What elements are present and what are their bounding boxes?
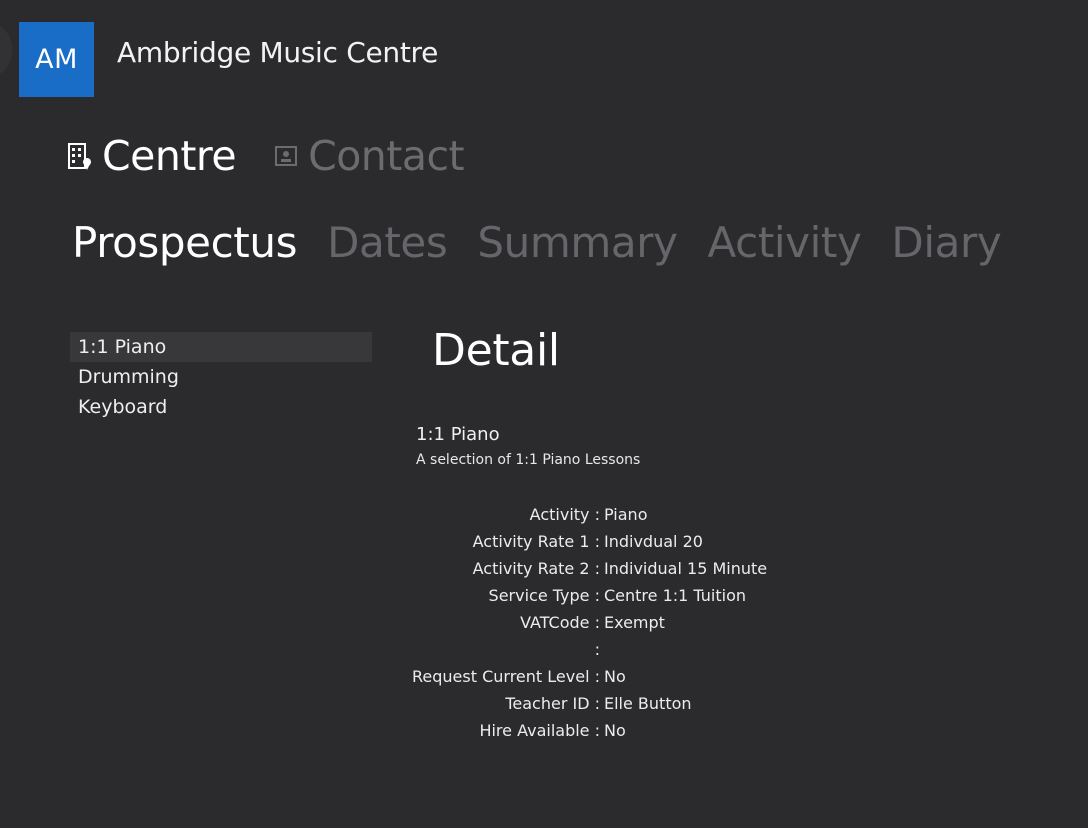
prop-value-activity: Piano (604, 505, 648, 524)
back-tab[interactable] (0, 22, 12, 78)
prop-label-teacher-id: Teacher ID : (505, 694, 600, 713)
prop-value-request-current-level: No (604, 667, 626, 686)
prop-label-service-type: Service Type : (488, 586, 600, 605)
prop-label-activity-rate-2: Activity Rate 2 : (472, 559, 600, 578)
tab-activity[interactable]: Activity (708, 218, 862, 267)
prop-label-activity-rate-1: Activity Rate 1 : (472, 532, 600, 551)
tab-dates[interactable]: Dates (327, 218, 448, 267)
list-item[interactable]: Drumming (70, 362, 372, 392)
tab-diary[interactable]: Diary (891, 218, 1001, 267)
prop-value-teacher-id: Elle Button (604, 694, 692, 713)
nav-contact-label: Contact (308, 132, 465, 180)
prop-label-activity: Activity : (529, 505, 600, 524)
prop-value-activity-rate-2: Individual 15 Minute (604, 559, 768, 578)
sub-tabs: Prospectus Dates Summary Activity Diary (72, 218, 1031, 267)
nav-centre-label: Centre (102, 132, 237, 180)
detail-item-name: 1:1 Piano (416, 424, 500, 445)
prop-label-vatcode: VATCode : (520, 613, 600, 632)
tab-prospectus[interactable]: Prospectus (72, 218, 297, 267)
detail-item-description: A selection of 1:1 Piano Lessons (416, 452, 641, 468)
nav-contact[interactable]: Contact (272, 132, 465, 180)
list-item[interactable]: 1:1 Piano (70, 332, 372, 362)
prop-label-empty: : (594, 640, 600, 659)
prop-label-hire-available: Hire Available : (479, 721, 600, 740)
prop-value-service-type: Centre 1:1 Tuition (604, 586, 746, 605)
prospectus-list: 1:1 Piano Drumming Keyboard (70, 332, 372, 422)
app-initials: AM (35, 44, 78, 75)
prop-value-empty (600, 636, 1000, 663)
detail-properties: Activity : Piano Activity Rate 1 : Indiv… (400, 501, 1000, 744)
prop-value-hire-available: No (604, 721, 626, 740)
detail-heading: Detail (432, 325, 560, 376)
list-item[interactable]: Keyboard (70, 392, 372, 422)
nav-centre[interactable]: Centre (66, 132, 237, 180)
prop-label-request-current-level: Request Current Level : (412, 667, 600, 686)
tab-summary[interactable]: Summary (477, 218, 678, 267)
prop-value-vatcode: Exempt (604, 613, 665, 632)
contact-card-icon (272, 141, 300, 171)
prop-value-activity-rate-1: Indivdual 20 (604, 532, 703, 551)
building-icon (66, 141, 94, 171)
top-nav: Centre Contact (66, 132, 465, 180)
app-title: Ambridge Music Centre (117, 36, 439, 69)
app-avatar: AM (19, 22, 94, 97)
